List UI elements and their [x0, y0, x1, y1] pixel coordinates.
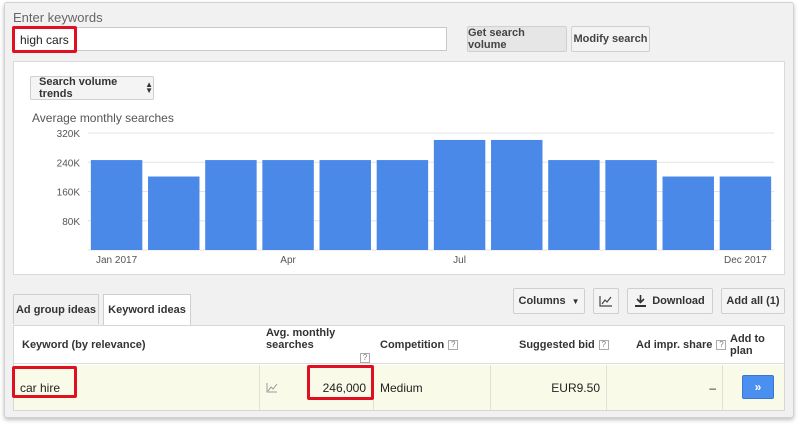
enter-keywords-label: Enter keywords [13, 10, 103, 25]
bar [376, 160, 429, 250]
keyword-planner-panel: Enter keywords high cars Get search volu… [4, 2, 794, 418]
table-row: car hire 246,000 Medium EUR9.50 – » [14, 365, 784, 410]
bar [719, 176, 772, 250]
bar [90, 160, 143, 250]
bar [491, 139, 543, 250]
keyword-table: Keyword (by relevance) Avg. monthly sear… [13, 325, 785, 411]
chart-title: Average monthly searches [32, 111, 174, 125]
bar [548, 160, 600, 250]
avg-searches-cell: 246,000 [322, 380, 366, 395]
download-button[interactable]: Download [627, 288, 713, 314]
line-chart-icon [599, 296, 612, 307]
help-icon[interactable]: ? [716, 340, 727, 350]
column-divider [490, 365, 491, 410]
column-divider [259, 365, 260, 410]
header-avg-searches[interactable]: Avg. monthly searches ? [266, 326, 370, 364]
x-tick-label: Jul [453, 255, 466, 266]
header-suggested-bid[interactable]: Suggested bid ? [519, 326, 609, 364]
competition-cell: Medium [380, 380, 423, 395]
ad-impr-share-cell: – [709, 380, 716, 395]
header-avg-searches-label: Avg. monthly searches [266, 327, 336, 351]
header-keyword[interactable]: Keyword (by relevance) [22, 326, 146, 364]
columns-button[interactable]: Columns ▼ [513, 288, 585, 314]
y-tick-label: 240K [57, 158, 81, 169]
header-competition-label: Competition [380, 339, 445, 351]
x-tick-label: Apr [280, 255, 296, 266]
bar [662, 176, 714, 250]
tab-ad-group-ideas[interactable]: Ad group ideas [13, 294, 99, 324]
get-search-volume-button[interactable]: Get search volume [467, 26, 567, 52]
mini-line-chart-icon [266, 382, 278, 392]
header-suggested-bid-label: Suggested bid [519, 339, 595, 351]
table-header: Keyword (by relevance) Avg. monthly sear… [14, 326, 784, 364]
bar [205, 160, 257, 250]
bar [605, 160, 657, 250]
suggested-bid-cell: EUR9.50 [551, 380, 600, 395]
trend-select-label: Search volume trends [39, 76, 118, 100]
bar [319, 160, 371, 250]
help-icon[interactable]: ? [360, 353, 370, 363]
add-all-button[interactable]: Add all (1) [721, 288, 785, 314]
chart-toggle-button[interactable] [593, 288, 619, 314]
keyword-input[interactable]: high cars [13, 27, 447, 51]
bar [433, 139, 486, 250]
y-tick-label: 320K [57, 129, 81, 140]
download-label: Download [652, 295, 705, 307]
help-icon[interactable]: ? [448, 340, 459, 350]
bar [262, 160, 314, 250]
updown-arrows-icon: ▲ ▼ [145, 80, 153, 95]
keyword-cell: car hire [20, 380, 61, 395]
caret-down-icon: ▼ [571, 296, 580, 306]
column-divider [722, 365, 723, 410]
header-ad-impr-share-label: Ad impr. share [636, 339, 713, 351]
columns-label: Columns [518, 295, 566, 307]
modify-search-button[interactable]: Modify search [571, 26, 650, 52]
tab-keyword-ideas[interactable]: Keyword ideas [103, 294, 191, 325]
header-ad-impr-share[interactable]: Ad impr. share ? [636, 326, 727, 364]
x-tick-label: Dec 2017 [724, 255, 767, 266]
column-divider [373, 365, 374, 410]
trend-mini-chart-icon[interactable] [266, 365, 278, 410]
search-volume-trends-select[interactable]: Search volume trends ▲ ▼ [30, 76, 154, 100]
bar [148, 176, 200, 250]
y-tick-label: 160K [57, 188, 81, 199]
download-icon [635, 295, 647, 307]
add-to-plan-button[interactable]: » [742, 375, 774, 399]
help-icon[interactable]: ? [598, 340, 609, 350]
y-tick-label: 80K [62, 217, 80, 228]
x-tick-label: Jan 2017 [96, 255, 138, 266]
column-divider [606, 365, 607, 410]
header-add-to-plan: Add to plan [730, 333, 765, 357]
chart-card: 80K 160K 240K 320K Jan 2017 Apr Jul Dec 2017 Se… [13, 61, 785, 275]
header-competition[interactable]: Competition ? [380, 326, 459, 364]
